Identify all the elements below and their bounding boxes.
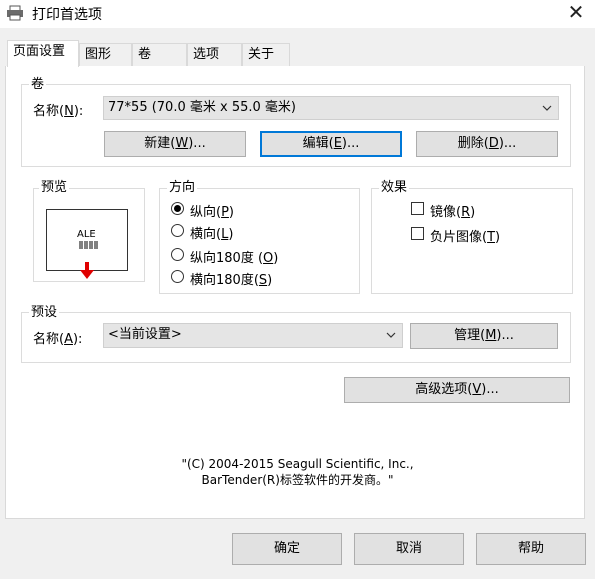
chevron-down-icon (386, 332, 396, 338)
radio-button[interactable] (171, 270, 184, 283)
radio-button[interactable] (171, 248, 184, 261)
radio-button[interactable] (171, 224, 184, 237)
roll-group-title: 卷 (29, 77, 47, 92)
delete-button[interactable]: 删除(D)... (416, 131, 558, 157)
tab-label: 选项 (193, 47, 220, 62)
tab-label: 页面设置 (13, 44, 66, 59)
tab-label: 图形 (85, 47, 112, 62)
tab-options[interactable]: 选项 (187, 43, 242, 66)
chevron-down-icon (542, 105, 552, 111)
tab-roll[interactable]: 卷 (132, 43, 187, 66)
preview-label-text: ALE (77, 229, 96, 240)
preview-group-title: 预览 (39, 180, 70, 195)
feed-direction-arrow-icon (80, 262, 94, 279)
mirror-label: 镜像(R) (430, 205, 476, 220)
help-button[interactable]: 帮助 (476, 533, 586, 565)
copyright-text: "(C) 2004-2015 Seagull Scientific, Inc.,… (100, 456, 495, 488)
orientation-group-title: 方向 (167, 180, 198, 195)
edit-button[interactable]: 编辑(E)... (260, 131, 402, 157)
preset-group-title: 预设 (29, 305, 60, 320)
preset-name-label: 名称(A): (33, 332, 83, 347)
negative-checkbox[interactable] (411, 227, 424, 240)
orientation-portrait-180-label: 纵向180度 (O) (190, 251, 279, 266)
tab-about[interactable]: 关于 (242, 43, 290, 66)
tab-label: 卷 (138, 47, 152, 62)
tab-label: 关于 (248, 47, 275, 62)
roll-name-dropdown[interactable]: 77*55 (70.0 毫米 x 55.0 毫米) (103, 96, 559, 120)
orientation-landscape-label: 横向(L) (190, 227, 234, 242)
window-title: 打印首选项 (32, 7, 102, 23)
copyright-line-1: "(C) 2004-2015 Seagull Scientific, Inc., (181, 457, 414, 471)
mirror-checkbox[interactable] (411, 202, 424, 215)
new-button[interactable]: 新建(W)... (104, 131, 246, 157)
manage-button[interactable]: 管理(M)... (410, 323, 558, 349)
close-button[interactable]: ✕ (560, 0, 592, 26)
preset-value: <当前设置> (108, 327, 182, 342)
roll-name-value: 77*55 (70.0 毫米 x 55.0 毫米) (108, 100, 296, 115)
roll-name-label: 名称(N): (33, 104, 84, 119)
advanced-options-button[interactable]: 高级选项(V)... (344, 377, 570, 403)
cancel-button[interactable]: 取消 (354, 533, 464, 565)
printer-icon (7, 5, 23, 21)
tab-page-setup[interactable]: 页面设置 (7, 40, 79, 67)
preset-dropdown[interactable]: <当前设置> (103, 323, 403, 348)
radio-button[interactable] (171, 202, 184, 215)
orientation-portrait-label: 纵向(P) (190, 205, 234, 220)
ok-button[interactable]: 确定 (232, 533, 342, 565)
negative-label: 负片图像(T) (430, 230, 501, 245)
tab-graphics[interactable]: 图形 (79, 43, 132, 66)
orientation-landscape-180-label: 横向180度(S) (190, 273, 273, 288)
barcode-icon (79, 241, 98, 249)
copyright-line-2: BarTender(R)标签软件的开发商。" (201, 473, 394, 487)
effects-group-title: 效果 (379, 180, 410, 195)
